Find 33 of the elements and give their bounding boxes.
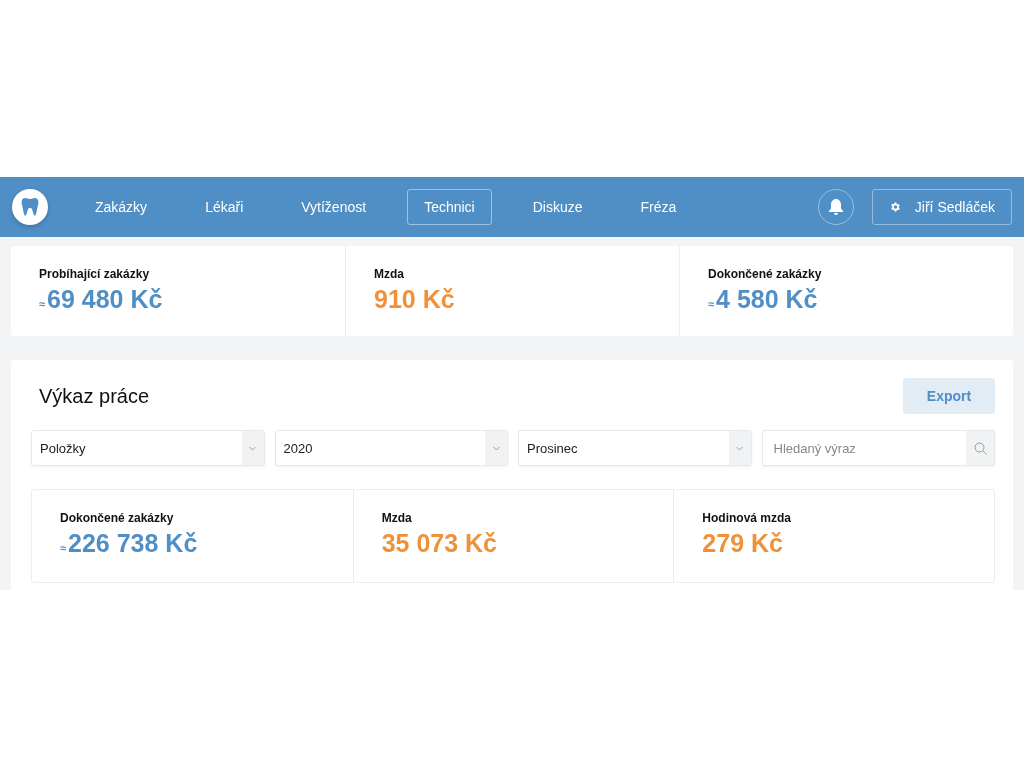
settings-icon (888, 201, 901, 213)
stat-label: Hodinová mzda (702, 511, 792, 525)
select-field[interactable]: Položky (31, 430, 265, 466)
nav-tab[interactable]: Technici (407, 189, 492, 225)
stat-label: Dokončené zakázky (708, 267, 823, 281)
nav-tab[interactable]: Lékaři (188, 189, 261, 225)
nav-tab[interactable]: Zakázky (78, 189, 165, 225)
section-title: Výkaz práce (39, 384, 150, 408)
chevron-down-icon (249, 445, 256, 451)
nav-tab[interactable]: Vytíženost (284, 189, 384, 225)
stat-label: Dokončené zakázky (60, 511, 175, 525)
nav-tab[interactable]: Diskuze (515, 189, 600, 225)
select-field[interactable]: 2020 (274, 430, 508, 466)
approx-sign: ≈ (39, 298, 46, 310)
stat-value: 279 Kč (702, 529, 783, 558)
bell-icon (827, 198, 844, 216)
select-field[interactable]: Prosinec (518, 430, 752, 466)
stat-value: 4 580 Kč (716, 285, 818, 314)
approx-sign: ≈ (708, 298, 715, 310)
nav-tab[interactable]: Fréza (623, 189, 694, 225)
tooth-logo-icon[interactable] (12, 189, 48, 225)
stat-label: Probíhající zakázky (39, 267, 151, 281)
stat-label: Mzda (374, 267, 405, 281)
stat-value: 69 480 Kč (47, 285, 163, 314)
stat-label: Mzda (381, 511, 413, 525)
stat-value: 910 Kč (374, 285, 455, 314)
approx-sign: ≈ (60, 542, 67, 554)
chevron-down-icon (492, 445, 500, 451)
stat-value: 35 073 Kč (381, 529, 498, 558)
export-button[interactable]: Export (903, 378, 995, 414)
user-menu-button[interactable]: Jiří Sedláček (871, 189, 1012, 225)
stat-value: 226 738 Kč (68, 529, 198, 558)
chevron-down-icon (736, 445, 743, 451)
